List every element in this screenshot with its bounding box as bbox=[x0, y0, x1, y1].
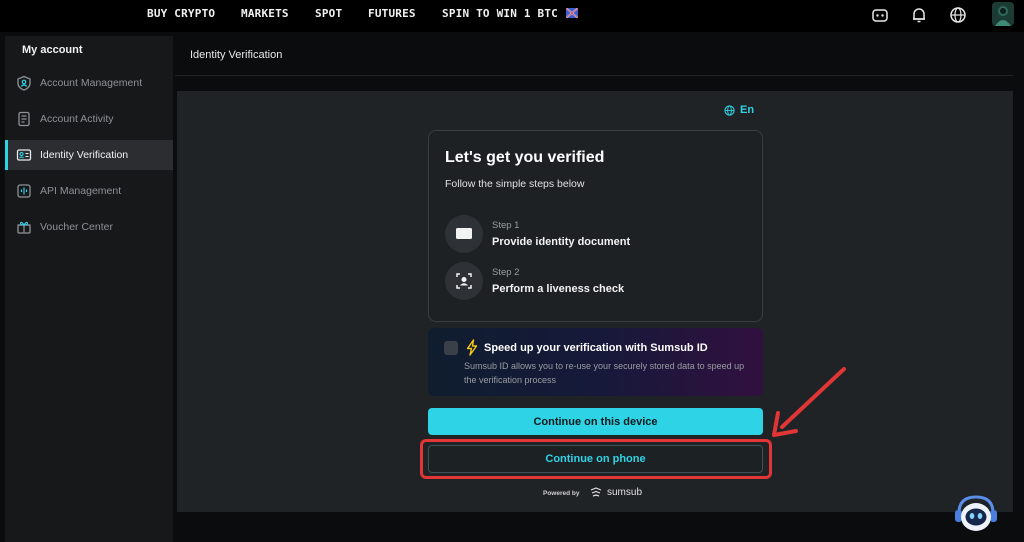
nav-buy-crypto[interactable]: BUY CRYPTO bbox=[147, 7, 215, 20]
face-scan-icon bbox=[456, 273, 472, 289]
shield-user-icon bbox=[17, 75, 31, 91]
lightning-icon bbox=[466, 339, 478, 356]
sidebar-item-label: API Management bbox=[40, 185, 122, 197]
sumsub-logo-icon bbox=[590, 487, 602, 497]
step-icon-container bbox=[445, 215, 483, 253]
sumsub-id-promo: Speed up your verification with Sumsub I… bbox=[428, 328, 763, 396]
promo-description: Sumsub ID allows you to re-use your secu… bbox=[464, 361, 745, 385]
step-text: Perform a liveness check bbox=[492, 283, 625, 295]
nav-spin-to-win[interactable]: SPIN TO WIN 1 BTC bbox=[442, 7, 558, 20]
card-subtitle: Follow the simple steps below bbox=[445, 178, 585, 190]
page: BUY CRYPTO MARKETS SPOT FUTURES SPIN TO … bbox=[0, 0, 1024, 542]
api-icon bbox=[17, 184, 31, 198]
nav-markets[interactable]: MARKETS bbox=[241, 7, 289, 20]
step-item: Step 2 Perform a liveness check bbox=[445, 262, 745, 302]
language-selector[interactable]: En bbox=[724, 104, 764, 118]
sidebar-title: My account bbox=[22, 44, 83, 56]
promo-flag-icon bbox=[566, 8, 578, 18]
sidebar-item-label: Account Management bbox=[40, 77, 143, 89]
chat-assistant-robot-icon[interactable] bbox=[953, 493, 999, 535]
sumsub-brand: sumsub bbox=[607, 487, 643, 498]
continue-on-device-button[interactable]: Continue on this device bbox=[428, 408, 763, 435]
sidebar-item-identity-verification[interactable]: Identity Verification bbox=[5, 140, 173, 170]
globe-icon[interactable] bbox=[948, 5, 968, 25]
support-icon[interactable] bbox=[870, 5, 890, 25]
continue-on-phone-button[interactable]: Continue on phone bbox=[428, 445, 763, 473]
promo-title: Speed up your verification with Sumsub I… bbox=[484, 342, 708, 354]
id-document-icon bbox=[456, 228, 472, 239]
powered-by-label: Powered by bbox=[543, 490, 580, 497]
step-icon-container bbox=[445, 262, 483, 300]
sidebar-item-voucher-center[interactable]: Voucher Center bbox=[5, 212, 173, 242]
nav-futures[interactable]: FUTURES bbox=[368, 7, 416, 20]
sidebar-item-api-management[interactable]: API Management bbox=[5, 176, 173, 206]
sidebar-item-label: Identity Verification bbox=[40, 149, 129, 161]
step-text: Provide identity document bbox=[492, 236, 631, 248]
steps-card: Let's get you verified Follow the simple… bbox=[428, 130, 763, 322]
verification-widget: En Let's get you verified Follow the sim… bbox=[177, 91, 1013, 512]
page-header: Identity Verification bbox=[175, 36, 1013, 76]
id-card-icon bbox=[16, 149, 32, 161]
language-label: En bbox=[740, 104, 755, 116]
sidebar-item-account-management[interactable]: Account Management bbox=[5, 68, 173, 98]
sidebar-item-label: Account Activity bbox=[40, 113, 114, 125]
sidebar-item-account-activity[interactable]: Account Activity bbox=[5, 104, 173, 134]
step-number: Step 1 bbox=[492, 220, 520, 231]
avatar[interactable] bbox=[992, 2, 1014, 26]
page-title: Identity Verification bbox=[190, 49, 283, 61]
account-sidebar: My account Account Management Account Ac… bbox=[5, 36, 173, 542]
bell-icon[interactable] bbox=[909, 5, 929, 25]
globe-icon bbox=[724, 105, 735, 116]
main-content: Identity Verification En Let's get you v… bbox=[175, 36, 1024, 542]
sidebar-item-label: Voucher Center bbox=[40, 221, 113, 233]
card-title: Let's get you verified bbox=[445, 149, 605, 166]
step-item: Step 1 Provide identity document bbox=[445, 215, 745, 255]
nav-spot[interactable]: SPOT bbox=[315, 7, 342, 20]
sumsub-id-checkbox[interactable] bbox=[444, 341, 458, 355]
powered-by-footer: Powered by sumsub bbox=[543, 487, 653, 501]
gift-icon bbox=[17, 221, 31, 234]
document-list-icon bbox=[18, 111, 30, 127]
top-navbar: BUY CRYPTO MARKETS SPOT FUTURES SPIN TO … bbox=[0, 0, 1024, 32]
step-number: Step 2 bbox=[492, 267, 520, 278]
